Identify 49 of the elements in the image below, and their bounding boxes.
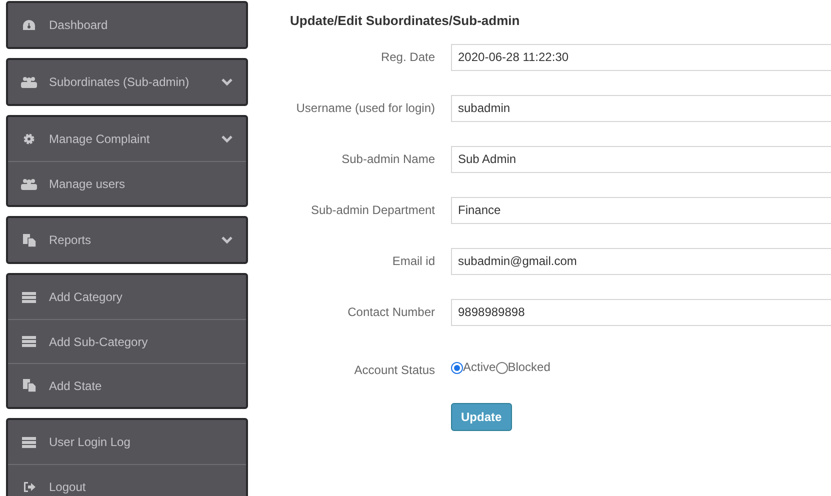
menu-label: Logout: [49, 478, 87, 496]
menu-item[interactable]: Subordinates (Sub-admin): [8, 60, 246, 104]
menu-item[interactable]: Logout: [8, 464, 246, 496]
documents-icon: [22, 234, 36, 246]
field-label: Sub-admin Name: [340, 151, 435, 168]
radio-button[interactable]: [451, 362, 463, 374]
field-label: Email id: [391, 253, 435, 270]
menu-label: Add Sub-Category: [49, 334, 149, 350]
input-field[interactable]: subadmin: [451, 94, 831, 122]
dashboard-icon: [22, 19, 36, 31]
input-field[interactable]: subadmin@gmail.com: [451, 248, 831, 274]
input-field[interactable]: 9898989898: [451, 298, 831, 326]
menu-label: Manage Complaint: [49, 131, 151, 148]
update-button[interactable]: Update: [451, 402, 512, 430]
radio-option[interactable]: Active: [451, 358, 496, 376]
menu-item[interactable]: Reports: [8, 218, 246, 262]
menu-item[interactable]: User Login Log: [8, 420, 246, 464]
radio-option[interactable]: Blocked: [496, 358, 550, 376]
menu-label: Reports: [49, 232, 92, 249]
menu-label: Dashboard: [49, 17, 109, 34]
users-icon: [21, 178, 37, 190]
menu-label: Subordinates (Sub-admin): [49, 74, 190, 91]
menu-item[interactable]: Dashboard: [8, 3, 246, 47]
gear-icon: [23, 133, 35, 145]
logout-icon: [22, 480, 36, 492]
field-label: Contact Number: [346, 304, 435, 321]
menu-item[interactable]: Add Category: [8, 275, 246, 319]
field-label: Reg. Date: [380, 49, 435, 66]
menu-label: User Login Log: [49, 434, 132, 451]
input-field[interactable]: Sub Admin: [451, 146, 831, 172]
menu-item[interactable]: Add Sub-Category: [8, 319, 246, 363]
menu-label: Manage users: [49, 176, 126, 192]
users-icon: [21, 76, 37, 88]
list-icon: [22, 292, 36, 302]
documents-icon: [22, 379, 36, 392]
menu-label: Add Category: [49, 289, 124, 306]
radio-button[interactable]: [496, 362, 508, 374]
menu-label: Add State: [49, 378, 103, 394]
menu-item[interactable]: Add State: [8, 363, 246, 407]
input-field[interactable]: Finance: [451, 196, 831, 224]
menu-item[interactable]: Manage Complaint: [8, 117, 246, 161]
field-label: Sub-admin Department: [310, 202, 435, 219]
input-field[interactable]: 2020-06-28 11:22:30: [451, 44, 831, 70]
list-icon: [22, 436, 36, 448]
page-title: Update/Edit Subordinates/Sub-admin: [290, 12, 521, 30]
menu-item[interactable]: Manage users: [8, 161, 246, 205]
field-label: Username (used for login): [295, 100, 435, 117]
field-label: Account Status: [353, 362, 435, 378]
list-icon: [22, 336, 36, 347]
